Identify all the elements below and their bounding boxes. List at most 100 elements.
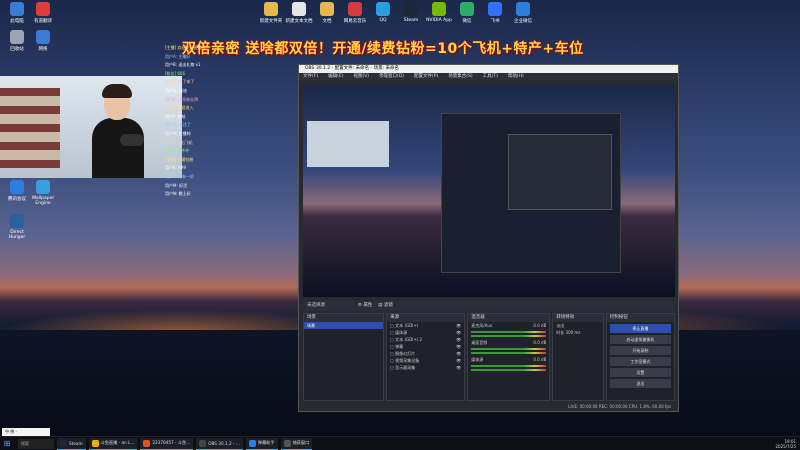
chat-message: 用户K: 999 xyxy=(165,165,186,171)
source-item[interactable]: ▢ 文本 (GDI+) 2 👁 xyxy=(387,336,464,343)
obs-menu-bar: 文件(F) 编辑(E) 视图(V) 停靠窗口(D) 配置文件(P) 场景集合(S) 工具(T… xyxy=(299,73,678,81)
taskbar-search[interactable]: 搜索 xyxy=(18,438,54,449)
obs-menu-item[interactable]: 帮助(H) xyxy=(508,74,524,79)
control-button[interactable]: 退出 xyxy=(609,379,671,388)
ime-indicator[interactable]: 中 拼 · xyxy=(2,428,50,436)
app-icon xyxy=(10,2,24,16)
obs-menu-item[interactable]: 编辑(E) xyxy=(328,74,343,79)
obs-menu-item[interactable]: 工具(T) xyxy=(483,74,498,79)
desktop-icon[interactable]: 网络 xyxy=(28,30,58,52)
taskbar-item[interactable]: 斗鱼直播 - an L... xyxy=(88,437,138,450)
app-icon xyxy=(376,2,390,16)
windows-start-icon[interactable]: ⊞ xyxy=(0,437,14,450)
chat-message: [系统] 开通钻粉 xyxy=(165,156,194,162)
desktop-icon[interactable]: 微信 xyxy=(452,2,482,24)
chat-message: 用户I: 送出飞机 xyxy=(165,139,193,145)
desktop-icon[interactable]: 文档 xyxy=(312,2,342,24)
desktop-icon-label: Direct Hunger xyxy=(8,230,26,240)
visibility-eye-icon[interactable]: 👁 xyxy=(456,336,461,343)
volume-meter[interactable] xyxy=(471,348,547,350)
obs-menu-item[interactable]: 场景集合(S) xyxy=(448,74,472,79)
taskbar-app-icon xyxy=(60,439,67,447)
gear-icon[interactable]: ⚙ xyxy=(358,303,362,308)
visibility-eye-icon[interactable]: 👁 xyxy=(456,322,461,329)
mixer-channel: 桌面音频 0.0 dB xyxy=(468,339,549,346)
obs-menu-item[interactable]: 视图(V) xyxy=(353,74,369,79)
nested-preview xyxy=(441,113,621,273)
streamer xyxy=(92,84,144,178)
properties-button[interactable]: 属性 xyxy=(363,303,372,308)
transition-type[interactable]: 淡出 xyxy=(553,322,602,329)
mixer-channel: 媒体源 0.0 dB xyxy=(468,356,549,363)
chat-message: 用户M: 好活 xyxy=(165,182,188,188)
taskbar-app-icon xyxy=(199,439,207,447)
desktop-icon[interactable]: 企业微信 xyxy=(508,2,538,24)
control-button[interactable]: 停止直播 xyxy=(609,324,671,333)
transition-duration[interactable]: 时长 300 ms xyxy=(553,329,602,336)
taskbar-app-icon xyxy=(248,439,256,447)
microphone xyxy=(120,134,144,146)
volume-meter[interactable] xyxy=(471,335,547,337)
desktop-icon[interactable]: NVIDIA App xyxy=(424,2,454,23)
desktop-icon-label: NVIDIA App xyxy=(426,18,452,23)
visibility-eye-icon[interactable]: 👁 xyxy=(456,343,461,350)
taskbar-item[interactable]: 捕获窗口 xyxy=(280,437,313,450)
volume-meter[interactable] xyxy=(471,352,547,354)
control-button[interactable]: 开始录制 xyxy=(609,346,671,355)
taskbar-item[interactable]: 22370457 - 斗鱼... xyxy=(140,437,194,450)
visibility-eye-icon[interactable]: 👁 xyxy=(456,357,461,364)
chat-message: 用户N: 晚上好 xyxy=(165,191,191,197)
desktop-icon[interactable]: 网易云音乐 xyxy=(340,2,370,24)
source-item[interactable]: ▢ 弹幕 👁 xyxy=(387,343,464,350)
visibility-eye-icon[interactable]: 👁 xyxy=(456,329,461,336)
desktop-icon[interactable]: Wallpaper Engine xyxy=(28,180,58,206)
visibility-eye-icon[interactable]: 👁 xyxy=(456,364,461,371)
transitions-title: 转场特效 xyxy=(553,314,603,322)
scene-item[interactable]: 场景 xyxy=(304,322,384,329)
desktop-icon[interactable]: Steam xyxy=(396,2,426,23)
chat-message: 用户D: 加油 xyxy=(165,87,187,93)
app-icon xyxy=(320,2,334,16)
control-button[interactable]: 启动虚拟摄像机 xyxy=(609,335,671,344)
obs-menu-item[interactable]: 配置文件(P) xyxy=(414,74,438,79)
taskbar: ⊞ 搜索 Steam 斗鱼直播 - an L... 22370457 - 斗鱼...… xyxy=(0,436,800,450)
obs-window[interactable]: OBS 30.1.2 - 配置文件: 未命名 - 场景: 未命名 文件(F) 编辑… xyxy=(298,64,679,412)
desktop-icon[interactable]: QQ xyxy=(368,2,398,23)
taskbar-item[interactable]: Steam xyxy=(57,437,86,450)
taskbar-item-label: 22370457 - 斗鱼... xyxy=(152,440,191,445)
desktop-icon[interactable]: 新建文件夹 xyxy=(256,2,286,24)
desktop-icon[interactable]: 飞书 xyxy=(480,2,510,24)
obs-menu-item[interactable]: 文件(F) xyxy=(303,74,318,79)
obs-preview[interactable] xyxy=(303,85,675,297)
obs-title-bar[interactable]: OBS 30.1.2 - 配置文件: 未命名 - 场景: 未命名 xyxy=(299,65,678,73)
filters-button[interactable]: 滤镜 xyxy=(384,303,393,308)
volume-meter[interactable] xyxy=(471,331,547,333)
desktop-icon[interactable]: 新建文本文档 xyxy=(284,2,314,24)
app-icon xyxy=(10,214,24,228)
source-item[interactable]: ▢ 显示器采集 👁 xyxy=(387,364,464,371)
source-item[interactable]: ▢ 图像幻灯片 👁 xyxy=(387,350,464,357)
desktop-icon-label: 网络 xyxy=(38,47,48,52)
chat-message: 用户B: 送出礼物 x1 xyxy=(165,62,201,68)
source-item[interactable]: ▢ 视频采集设备 👁 xyxy=(387,357,464,364)
control-button[interactable]: 工作室模式 xyxy=(609,357,671,366)
taskbar-item[interactable]: 弹幕助手 xyxy=(245,437,278,450)
taskbar-item-label: 捕获窗口 xyxy=(292,440,310,445)
source-item[interactable]: ▢ 媒体源 👁 xyxy=(387,329,464,336)
preview-webcam xyxy=(307,121,389,167)
control-button[interactable]: 设置 xyxy=(609,368,671,377)
taskbar-item[interactable]: OBS 30.1.2 - ... xyxy=(196,437,243,450)
volume-meter[interactable] xyxy=(471,369,547,371)
volume-meter[interactable] xyxy=(471,365,547,367)
obs-menu-item[interactable]: 停靠窗口(D) xyxy=(379,74,404,79)
clock[interactable]: 19:01 2025/7/25 xyxy=(775,439,800,449)
taskbar-app-icon xyxy=(91,439,99,447)
mixer-channel-db: 0.0 dB xyxy=(533,323,547,328)
sources-panel: 来源 ▢ 文本 (GDI+) 👁 ▢ 媒体源 👁 ▢ 文本 (GDI+) 2 👁 ▢ … xyxy=(386,313,466,401)
controls-title: 控制按钮 xyxy=(606,314,674,322)
visibility-eye-icon[interactable]: 👁 xyxy=(456,350,461,357)
desktop-icon[interactable]: Direct Hunger xyxy=(2,214,32,240)
filter-icon[interactable]: ▤ xyxy=(378,303,382,308)
desktop-icon[interactable]: 有道翻译 xyxy=(28,2,58,24)
source-item[interactable]: ▢ 文本 (GDI+) 👁 xyxy=(387,322,464,329)
